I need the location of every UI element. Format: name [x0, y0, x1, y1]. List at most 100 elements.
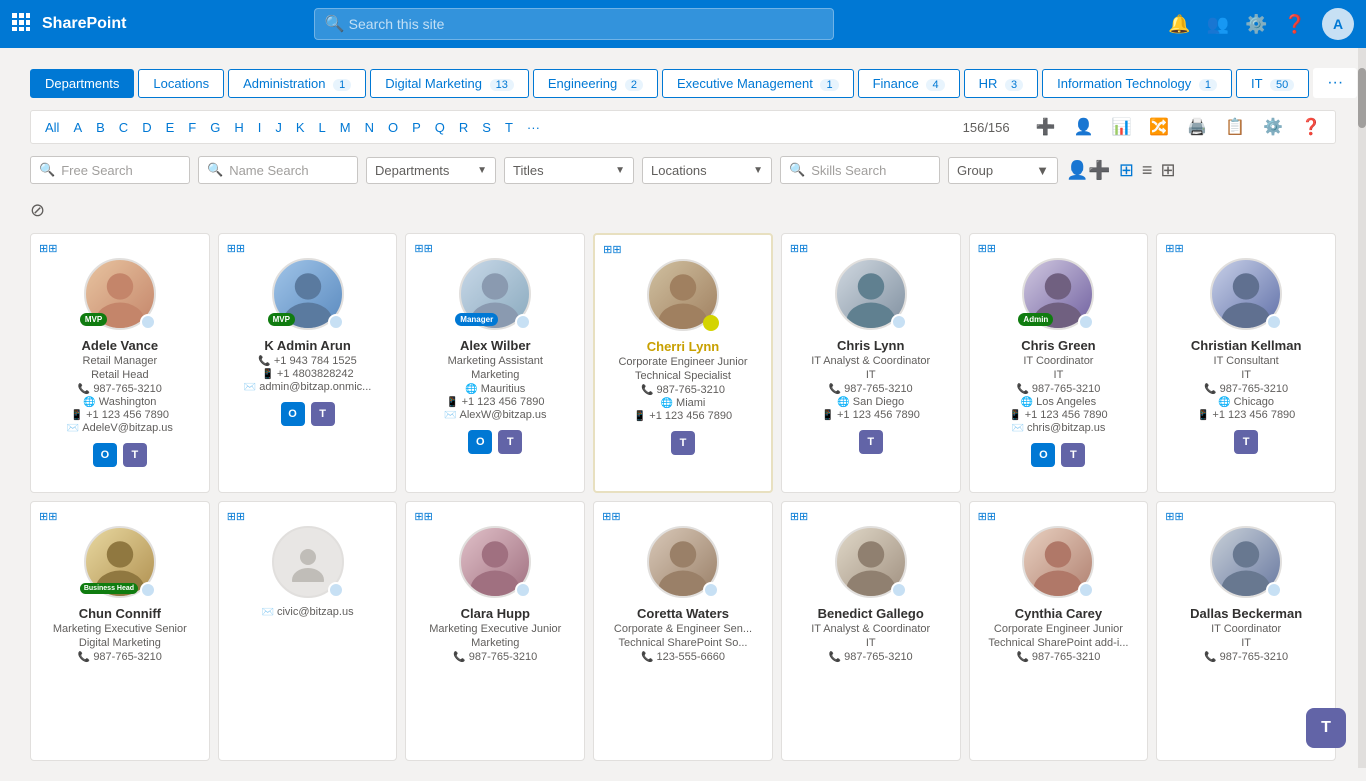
waffle-icon[interactable]: [12, 13, 30, 36]
tab-locations[interactable]: Locations: [138, 69, 224, 98]
filter-clear-icon[interactable]: ⊘: [30, 200, 45, 220]
outlook-icon-arun[interactable]: O: [281, 402, 305, 426]
teams-icon-alex[interactable]: T: [498, 430, 522, 454]
global-search-input[interactable]: [349, 16, 823, 32]
name-alex[interactable]: Alex Wilber: [460, 338, 531, 353]
alpha-i[interactable]: I: [252, 118, 268, 137]
alpha-all[interactable]: All: [39, 118, 65, 137]
scrollbar[interactable]: [1358, 48, 1366, 768]
help-icon[interactable]: ❓: [1284, 14, 1306, 35]
name-cherri[interactable]: Cherri Lynn: [647, 339, 719, 354]
outlook-icon-adele[interactable]: O: [93, 443, 117, 467]
alpha-j[interactable]: J: [269, 118, 288, 137]
outlook-icon-alex[interactable]: O: [468, 430, 492, 454]
name-benedict[interactable]: Benedict Gallego: [818, 606, 924, 621]
tab-executive-management[interactable]: Executive Management 1: [662, 69, 854, 98]
name-dallas[interactable]: Dallas Beckerman: [1190, 606, 1302, 621]
departments-dropdown[interactable]: Departments ▼: [366, 157, 496, 184]
outlook-icon-chrisgreen[interactable]: O: [1031, 443, 1055, 467]
tab-information-technology[interactable]: Information Technology 1: [1042, 69, 1232, 98]
alpha-r[interactable]: R: [453, 118, 474, 137]
card-qr-icon-benedict[interactable]: ⊞⊞: [790, 510, 808, 523]
card-qr-icon-chun[interactable]: ⊞⊞: [39, 510, 57, 523]
view-print-icon[interactable]: 🖨️: [1181, 115, 1213, 139]
name-christian[interactable]: Christian Kellman: [1191, 338, 1302, 353]
alpha-a[interactable]: A: [67, 118, 88, 137]
card-qr-icon-chrislynn[interactable]: ⊞⊞: [790, 242, 808, 255]
teams-icon-chrisgreen[interactable]: T: [1061, 443, 1085, 467]
alpha-p[interactable]: P: [406, 118, 427, 137]
scrollbar-thumb[interactable]: [1358, 68, 1366, 128]
alpha-d[interactable]: D: [136, 118, 157, 137]
alpha-f[interactable]: F: [182, 118, 202, 137]
teams-icon-christian[interactable]: T: [1234, 430, 1258, 454]
name-arun[interactable]: K Admin Arun: [264, 338, 350, 353]
alpha-l[interactable]: L: [313, 118, 332, 137]
card-qr-icon-alex[interactable]: ⊞⊞: [414, 242, 432, 255]
view-help-icon[interactable]: ❓: [1295, 115, 1327, 139]
tab-digital-marketing[interactable]: Digital Marketing 13: [370, 69, 529, 98]
teams-floating-button[interactable]: T: [1306, 708, 1346, 748]
name-chrisgreen[interactable]: Chris Green: [1021, 338, 1095, 353]
people-icon[interactable]: 👥: [1207, 14, 1229, 35]
name-clara[interactable]: Clara Hupp: [461, 606, 530, 621]
alpha-n[interactable]: N: [359, 118, 380, 137]
locations-dropdown[interactable]: Locations ▼: [642, 157, 772, 184]
tab-engineering[interactable]: Engineering 2: [533, 69, 658, 98]
global-search[interactable]: 🔍: [314, 8, 834, 40]
grid-view-icon[interactable]: ⊞: [1160, 160, 1175, 181]
free-search-input[interactable]: 🔍 Free Search: [30, 156, 190, 184]
name-chrislynn[interactable]: Chris Lynn: [837, 338, 904, 353]
card-qr-icon-civic[interactable]: ⊞⊞: [227, 510, 245, 523]
teams-icon-adele[interactable]: T: [123, 443, 147, 467]
name-adele[interactable]: Adele Vance: [82, 338, 159, 353]
tab-it[interactable]: IT 50: [1236, 69, 1309, 98]
alpha-o[interactable]: O: [382, 118, 404, 137]
teams-icon-chrislynn[interactable]: T: [859, 430, 883, 454]
notification-icon[interactable]: 🔔: [1168, 14, 1190, 35]
skills-search-input[interactable]: 🔍 Skills Search: [780, 156, 940, 184]
card-view-icon[interactable]: ⊞: [1119, 160, 1134, 181]
name-coretta[interactable]: Coretta Waters: [637, 606, 729, 621]
group-dropdown[interactable]: Group ▼: [948, 157, 1058, 184]
name-cynthia[interactable]: Cynthia Carey: [1015, 606, 1102, 621]
sharepoint-logo[interactable]: SharePoint: [42, 15, 126, 33]
view-chart-icon[interactable]: 📊: [1105, 115, 1137, 139]
card-qr-icon-chrisgreen[interactable]: ⊞⊞: [978, 242, 996, 255]
card-qr-icon-dallas[interactable]: ⊞⊞: [1165, 510, 1183, 523]
alpha-k[interactable]: K: [290, 118, 311, 137]
card-qr-icon-cherri[interactable]: ⊞⊞: [603, 243, 621, 256]
alpha-h[interactable]: H: [228, 118, 249, 137]
alpha-e[interactable]: E: [160, 118, 181, 137]
teams-icon-cherri[interactable]: T: [671, 431, 695, 455]
tab-finance[interactable]: Finance 4: [858, 69, 960, 98]
card-qr-icon[interactable]: ⊞⊞: [39, 242, 57, 255]
view-add-icon[interactable]: ➕: [1030, 115, 1062, 139]
card-qr-icon-christian[interactable]: ⊞⊞: [1165, 242, 1183, 255]
tab-departments[interactable]: Departments: [30, 69, 134, 98]
alpha-s[interactable]: S: [476, 118, 497, 137]
alpha-c[interactable]: C: [113, 118, 134, 137]
view-excel-icon[interactable]: 📋: [1219, 115, 1251, 139]
settings-icon[interactable]: ⚙️: [1245, 14, 1267, 35]
tab-more[interactable]: ···: [1313, 68, 1357, 98]
list-view-icon[interactable]: ≡: [1142, 160, 1153, 181]
card-qr-icon-arun[interactable]: ⊞⊞: [227, 242, 245, 255]
alpha-m[interactable]: M: [334, 118, 357, 137]
add-person-icon[interactable]: 👤➕: [1066, 160, 1111, 181]
teams-icon-arun[interactable]: T: [311, 402, 335, 426]
name-search-input[interactable]: 🔍 Name Search: [198, 156, 358, 184]
card-qr-icon-cynthia[interactable]: ⊞⊞: [978, 510, 996, 523]
tab-administration[interactable]: Administration 1: [228, 69, 366, 98]
view-profile-icon[interactable]: 👤: [1068, 115, 1100, 139]
alpha-more[interactable]: ···: [521, 118, 546, 137]
name-chun[interactable]: Chun Conniff: [79, 606, 161, 621]
alpha-b[interactable]: B: [90, 118, 111, 137]
card-qr-icon-clara[interactable]: ⊞⊞: [414, 510, 432, 523]
card-qr-icon-coretta[interactable]: ⊞⊞: [602, 510, 620, 523]
user-avatar[interactable]: A: [1322, 8, 1354, 40]
alpha-t[interactable]: T: [499, 118, 519, 137]
alpha-g[interactable]: G: [204, 118, 226, 137]
titles-dropdown[interactable]: Titles ▼: [504, 157, 634, 184]
tab-hr[interactable]: HR 3: [964, 69, 1039, 98]
